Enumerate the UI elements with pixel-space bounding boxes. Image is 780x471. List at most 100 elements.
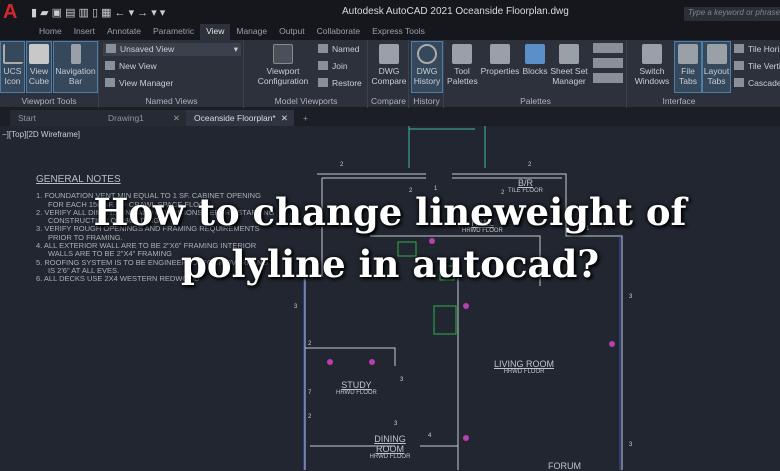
panel-viewport-tools: UCS Icon View Cube Navigation Bar Viewpo… <box>0 40 99 108</box>
new-view-button[interactable]: New View <box>105 61 157 71</box>
panel-compare: DWG Compare Compare <box>369 40 409 108</box>
panel-label: Model Viewports <box>274 96 338 106</box>
chevron-down-icon: ▾ <box>233 44 238 54</box>
tab-view[interactable]: View <box>200 24 231 40</box>
tab-collaborate[interactable]: Collaborate <box>311 24 366 40</box>
dimension: 2 <box>308 414 312 420</box>
properties-button[interactable]: Properties <box>480 42 520 76</box>
view-manager-button[interactable]: View Manager <box>105 78 173 88</box>
title-bar: A ▮ ▰ ▣ ▤ ▥ ▯ ▦ ← ▾ → ▾ ▾ Autodesk AutoC… <box>0 0 780 24</box>
cube-icon <box>29 44 49 64</box>
dimension: 3 <box>400 377 404 383</box>
panel-label: History <box>413 96 440 106</box>
named-icon <box>318 44 328 53</box>
doc-tab-drawing1[interactable]: Drawing1 ✕ <box>100 110 186 126</box>
dimension: 2 <box>528 162 532 168</box>
room-label-study: STUDY HRWD FLOOR <box>336 380 377 396</box>
tile-vertical-icon <box>734 61 744 70</box>
clock-icon <box>417 44 437 64</box>
viewport-configuration-button[interactable]: Viewport Configuration <box>253 42 313 86</box>
layout-tabs-icon <box>706 44 727 64</box>
view-cube-button[interactable]: View Cube <box>26 41 52 93</box>
dimension: 4 <box>428 433 432 439</box>
layout-tabs-button[interactable]: Layout Tabs <box>702 41 731 93</box>
palette-small-icons[interactable] <box>593 43 623 87</box>
panel-interface: Switch Windows File Tabs Layout Tabs Til… <box>628 40 780 108</box>
dimension: 2 <box>340 162 344 168</box>
panel-label: Named Views <box>145 96 198 106</box>
viewport-icon <box>273 44 293 64</box>
dimension: 2 <box>308 341 312 347</box>
room-label-living: LIVING ROOM HRWD FLOOR <box>494 359 555 375</box>
close-icon[interactable]: ✕ <box>173 113 180 124</box>
window-title: Autodesk AutoCAD 2021 Oceanside Floorpla… <box>342 6 569 17</box>
dimension: 3 <box>294 304 298 310</box>
dwg-compare-button[interactable]: DWG Compare <box>370 42 408 86</box>
dimension: 7 <box>308 390 312 396</box>
blocks-icon <box>525 44 545 64</box>
panel-label: Compare <box>371 96 406 106</box>
join-icon <box>318 61 328 70</box>
restore-icon <box>318 78 328 87</box>
headline-line-1: How to change lineweight of <box>93 190 687 234</box>
panel-label[interactable]: Palettes <box>445 96 626 106</box>
tile-horizontal-icon <box>734 44 744 53</box>
cascade-button[interactable]: Cascade <box>734 78 780 88</box>
tool-palettes-icon <box>452 44 472 64</box>
doc-tab-oceanside[interactable]: Oceanside Floorplan* ✕ <box>186 110 294 126</box>
document-tabs: Start Drawing1 ✕ Oceanside Floorplan* ✕ + <box>0 108 780 126</box>
dimension: 3 <box>629 442 633 448</box>
search-input[interactable]: Type a keyword or phrase <box>684 7 780 21</box>
blocks-button[interactable]: Blocks <box>522 42 548 76</box>
panel-history: DWG History History <box>410 40 444 108</box>
dimension: 3 <box>629 294 633 300</box>
cascade-icon <box>734 78 744 87</box>
tab-home[interactable]: Home <box>33 24 68 40</box>
ucs-icon <box>2 44 23 64</box>
plus-icon: + <box>303 113 308 123</box>
join-button[interactable]: Join <box>318 61 348 71</box>
view-dropdown[interactable]: Unsaved View ▾ <box>103 43 241 56</box>
restore-button[interactable]: Restore <box>318 78 362 88</box>
notes-title: GENERAL NOTES <box>36 174 121 185</box>
view-manager-icon <box>105 78 115 87</box>
view-icon <box>106 44 116 53</box>
room-label-dining: DINING ROOM HRWD FLOOR <box>369 434 411 460</box>
named-button[interactable]: Named <box>318 44 359 54</box>
compare-icon <box>379 44 399 64</box>
ribbon: UCS Icon View Cube Navigation Bar Viewpo… <box>0 40 780 108</box>
quick-access-toolbar[interactable]: ▮ ▰ ▣ ▤ ▥ ▯ ▦ ← ▾ → ▾ ▾ <box>31 6 165 19</box>
switch-windows-icon <box>642 44 662 64</box>
headline-overlay: How to change lineweight of polyline in … <box>0 186 780 290</box>
file-tabs-button[interactable]: File Tabs <box>674 41 702 93</box>
tool-palettes-button[interactable]: Tool Palettes <box>447 42 478 86</box>
doc-tab-start[interactable]: Start <box>10 110 100 126</box>
tab-insert[interactable]: Insert <box>68 24 101 40</box>
tab-express-tools[interactable]: Express Tools <box>366 24 431 40</box>
autocad-logo[interactable]: A <box>3 1 25 23</box>
headline-line-2: polyline in autocad? <box>180 242 600 286</box>
sheet-set-icon <box>559 44 579 64</box>
panel-named-views: Unsaved View ▾ New View View Manager Name… <box>100 40 244 108</box>
ribbon-tabs: Home Insert Annotate Parametric View Man… <box>0 24 780 40</box>
entry-outline <box>408 126 486 168</box>
properties-icon <box>490 44 510 64</box>
panel-label[interactable]: Viewport Tools <box>0 96 98 106</box>
tab-annotate[interactable]: Annotate <box>101 24 147 40</box>
navigation-bar-button[interactable]: Navigation Bar <box>53 41 98 93</box>
dwg-history-button[interactable]: DWG History <box>411 41 443 93</box>
tab-parametric[interactable]: Parametric <box>147 24 200 40</box>
tile-horizontally-button[interactable]: Tile Horizontally <box>734 44 780 54</box>
dimension: 3 <box>394 421 398 427</box>
ucs-icon-button[interactable]: UCS Icon <box>0 41 25 93</box>
close-icon[interactable]: ✕ <box>281 113 288 124</box>
sheet-set-manager-button[interactable]: Sheet Set Manager <box>550 42 588 86</box>
new-view-icon <box>105 61 115 70</box>
tab-manage[interactable]: Manage <box>230 24 273 40</box>
switch-windows-button[interactable]: Switch Windows <box>632 42 672 86</box>
new-tab-button[interactable]: + <box>298 110 316 126</box>
panel-palettes: Tool Palettes Properties Blocks Sheet Se… <box>445 40 627 108</box>
tab-output[interactable]: Output <box>273 24 311 40</box>
file-tabs-icon <box>678 44 698 64</box>
tile-vertically-button[interactable]: Tile Vertically <box>734 61 780 71</box>
